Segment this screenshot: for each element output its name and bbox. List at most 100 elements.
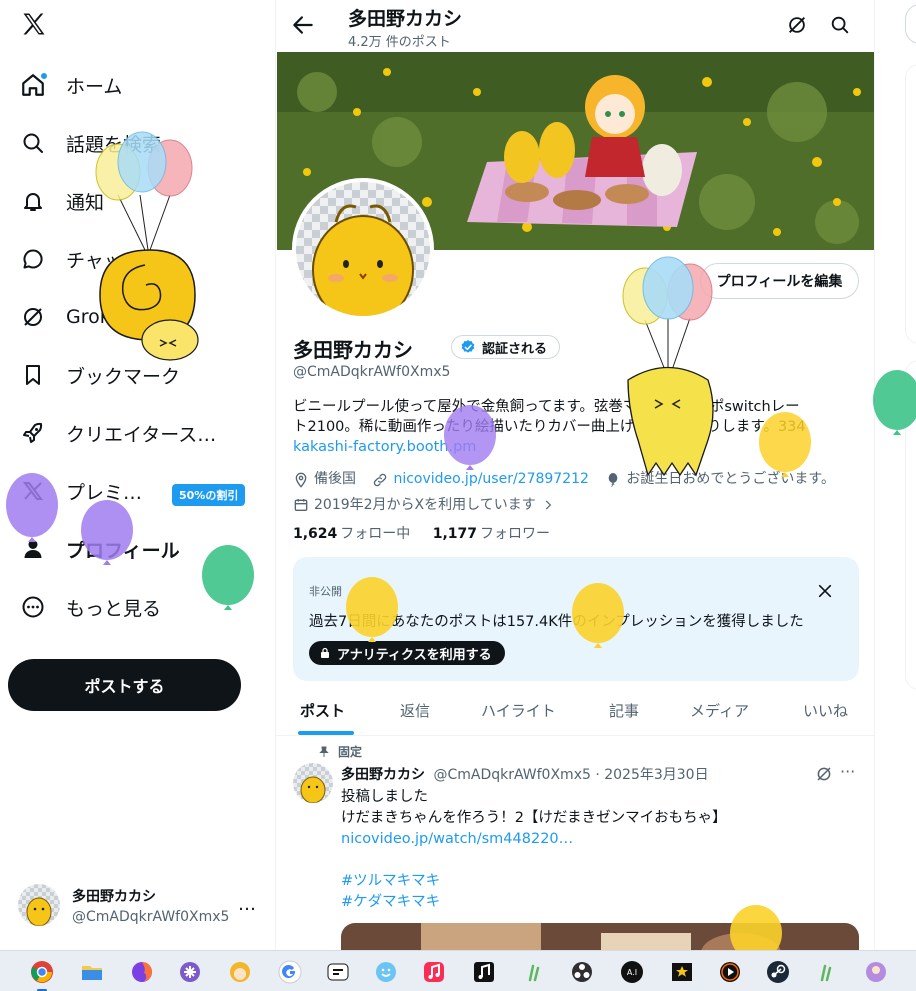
utau-icon[interactable] — [520, 958, 548, 986]
nav-premium-label: プレミ… — [66, 481, 143, 504]
tweet-more-icon[interactable]: ··· — [840, 762, 855, 781]
close-icon[interactable] — [817, 583, 833, 599]
right-search-input[interactable] — [905, 4, 916, 44]
chat-icon — [18, 244, 48, 274]
joined-date[interactable]: 2019年2月からXを利用しています — [293, 495, 560, 516]
search-icon[interactable] — [829, 14, 851, 36]
emoji-icon[interactable] — [372, 958, 400, 986]
profile-header: 多田野カカシ 4.2万 件のポスト — [276, 0, 874, 52]
tab-articles[interactable]: 記事 — [609, 684, 639, 736]
profile-handle: @CmADqkrAWf0Xmx5 — [293, 364, 451, 380]
chrome-icon[interactable] — [28, 958, 56, 991]
x-logo-icon[interactable] — [20, 10, 48, 38]
nav-explore[interactable]: 話題を検索 — [18, 123, 161, 163]
bio-link[interactable]: kakashi-factory.booth.pm — [293, 437, 863, 457]
app-purple-icon[interactable] — [176, 958, 204, 986]
itunes-icon[interactable] — [470, 958, 498, 986]
grok-icon[interactable] — [786, 14, 808, 36]
bio-line-1: ビニールプール使って屋外で金魚飼ってます。弦巻マキのぷよスポswitchレー — [293, 399, 800, 415]
follow-stats: 1,624 フォロー中 1,177 フォロワー — [293, 523, 550, 543]
following-count: 1,624 — [293, 526, 338, 542]
taskbar: A.I — [0, 950, 916, 991]
premium-discount-badge[interactable]: 50%の割引 — [172, 484, 246, 506]
active-tab-indicator — [298, 731, 354, 735]
tab-media[interactable]: メディア — [690, 684, 749, 736]
nav-home[interactable]: ホーム — [18, 65, 122, 105]
header-title: 多田野カカシ — [348, 8, 463, 30]
movie-star-icon[interactable] — [668, 958, 696, 986]
bell-icon — [18, 186, 48, 216]
avatar-app-icon[interactable] — [862, 958, 890, 986]
nav-premium[interactable]: プレミ… — [18, 471, 142, 511]
tweet-media[interactable] — [341, 923, 859, 950]
x-premium-icon — [18, 476, 48, 506]
utau2-icon[interactable] — [812, 958, 840, 986]
analytics-card: 非公開 過去7日間にあなたのポストは157.4K件のインプレッションを獲得しまし… — [293, 557, 859, 681]
file-explorer-icon[interactable] — [78, 958, 106, 986]
tweet-author[interactable]: 多田野カカシ — [341, 767, 425, 783]
nav-more[interactable]: もっと見る — [18, 587, 161, 627]
tweet-hashtag-1[interactable]: #ツルマキマキ — [341, 871, 727, 892]
get-verified-button[interactable]: 認証される — [451, 335, 561, 359]
person-icon — [18, 534, 48, 564]
nav-bookmarks[interactable]: ブックマーク — [18, 355, 180, 395]
player-icon[interactable] — [716, 958, 744, 986]
birthday: お誕生日おめでとうございます。 — [605, 469, 835, 490]
location-text: 備後国 — [314, 471, 356, 487]
edit-profile-button[interactable]: プロフィールを編集 — [700, 263, 859, 299]
followers-label: フォロワー — [480, 526, 551, 542]
nav-chat[interactable]: チャット — [18, 239, 142, 279]
grok-icon — [18, 302, 48, 332]
website-link[interactable]: nicovideo.jp/user/27897212 — [393, 469, 588, 490]
verified-label: 認証される — [482, 341, 548, 357]
tweet-header: 多田野カカシ @CmADqkrAWf0Xmx5 · 2025年3月30日 — [341, 764, 709, 784]
tab-replies[interactable]: 返信 — [400, 684, 430, 736]
character-icon[interactable] — [226, 958, 254, 986]
back-arrow-icon[interactable] — [290, 12, 316, 38]
nav-chat-label: チャット — [66, 249, 142, 272]
pinned-label: 固定 — [318, 743, 362, 760]
profile-column: 多田野カカシ 4.2万 件のポスト プロフィールを編集 多田野カカシ 認証される… — [275, 0, 875, 950]
account-switcher[interactable]: 多田野カカシ @CmADqkrAWf0Xmx5 … — [18, 880, 268, 930]
post-button[interactable]: ポストする — [8, 659, 241, 711]
tweet-avatar[interactable] — [293, 763, 333, 803]
nav-grok[interactable]: Grok — [18, 297, 111, 337]
account-more-icon[interactable]: … — [238, 894, 256, 915]
nav-creator-studio[interactable]: クリエイタース… — [18, 413, 216, 453]
tab-highlights[interactable]: ハイライト — [481, 684, 556, 736]
nav-creator-studio-label: クリエイタース… — [66, 423, 217, 446]
website[interactable]: nicovideo.jp/user/27897212 — [372, 469, 589, 490]
ai-voice-icon[interactable]: A.I — [618, 958, 646, 986]
tweet-line-1: 投稿しました — [341, 789, 428, 805]
home-icon — [18, 70, 48, 100]
tweet-handle-date[interactable]: @CmADqkrAWf0Xmx5 · 2025年3月30日 — [433, 767, 708, 783]
tab-posts[interactable]: ポスト — [300, 684, 345, 736]
nav-notifications[interactable]: 通知 — [18, 181, 104, 221]
steam-icon[interactable] — [764, 958, 792, 986]
nav-profile[interactable]: プロフィール — [18, 529, 180, 569]
analytics-button[interactable]: アナリティクスを利用する — [309, 641, 505, 665]
svg-text:A.I: A.I — [627, 968, 637, 977]
lock-icon — [321, 647, 329, 658]
music-icon[interactable] — [420, 958, 448, 986]
obs-icon[interactable] — [568, 958, 596, 986]
nav-more-label: もっと見る — [66, 597, 162, 620]
tweet-hashtag-2[interactable]: #ケダマキマキ — [341, 892, 727, 913]
nav-grok-label: Grok — [66, 306, 111, 328]
followers-link[interactable]: 1,177 フォロワー — [433, 526, 550, 542]
tab-likes[interactable]: いいね — [803, 684, 848, 736]
profile-avatar[interactable] — [292, 178, 434, 320]
location-pin-icon — [295, 472, 307, 488]
google-icon[interactable] — [276, 958, 304, 986]
verified-badge-icon — [461, 340, 475, 353]
profile-meta: 備後国 nicovideo.jp/user/27897212 お誕生日おめでとう… — [293, 469, 868, 520]
grok-icon[interactable] — [815, 765, 833, 783]
balloon-icon — [609, 472, 618, 487]
tweet-body: 投稿しました けだまきちゃんを作ろう！2【けだまきゼンマイおもちゃ】 nicov… — [341, 787, 727, 913]
firefox-icon[interactable] — [128, 958, 156, 986]
following-link[interactable]: 1,624 フォロー中 — [293, 526, 410, 542]
header-post-count: 4.2万 件のポスト — [348, 35, 451, 50]
tweet-link[interactable]: nicovideo.jp/watch/sm448220… — [341, 829, 727, 850]
nav-profile-label: プロフィール — [66, 539, 180, 562]
app-messenger-icon[interactable] — [324, 958, 352, 986]
